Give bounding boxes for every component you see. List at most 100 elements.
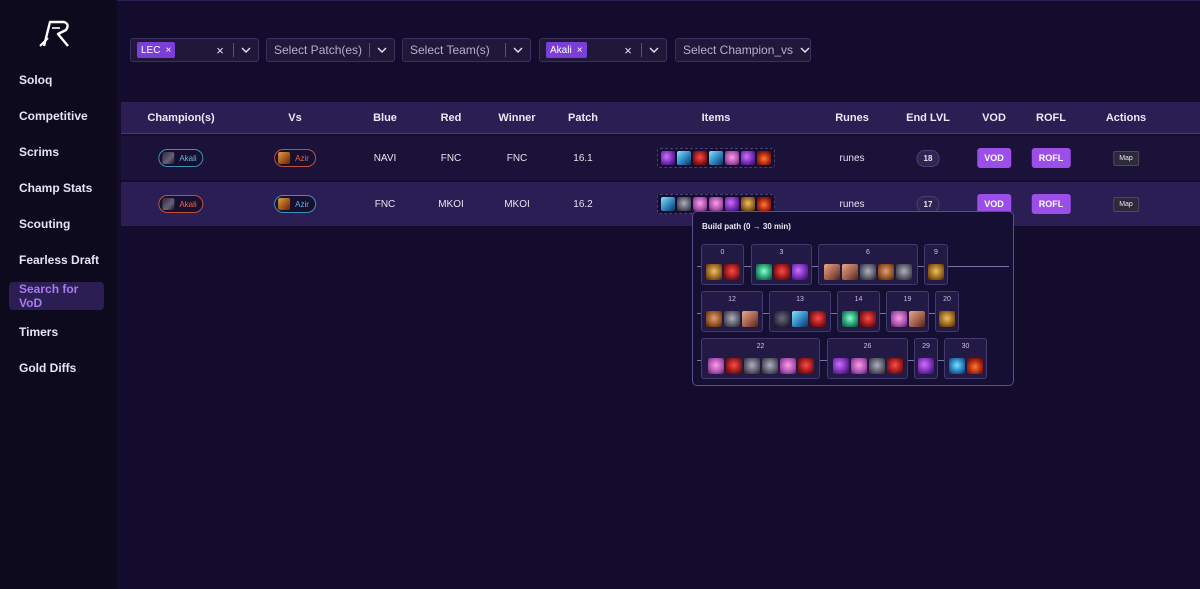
end-level-badge: 17 xyxy=(916,195,940,213)
akali-portrait xyxy=(162,152,175,164)
champion-chip: Akali × xyxy=(546,42,587,58)
remove-chip-icon[interactable]: × xyxy=(165,45,171,56)
header-red[interactable]: Red xyxy=(441,102,462,134)
header-blue[interactable]: Blue xyxy=(373,102,397,134)
vs-champion-pill[interactable]: Azir xyxy=(274,195,316,213)
sidebar-item-scrims[interactable]: Scrims xyxy=(9,138,104,166)
items-list[interactable] xyxy=(657,148,775,168)
rofl-button[interactable]: ROFL xyxy=(1031,194,1071,214)
blue-team-cell: NAVI xyxy=(373,152,397,164)
header-end-lvl[interactable]: End LVL xyxy=(906,102,950,134)
map-button[interactable]: Map xyxy=(1113,150,1139,166)
champion-pill[interactable]: Akali xyxy=(158,149,204,167)
item-icon xyxy=(860,264,876,280)
item-icon xyxy=(948,358,965,374)
champion-filter[interactable]: Akali × × xyxy=(539,38,667,62)
patch-filter[interactable]: Select Patch(es) xyxy=(266,38,395,62)
build-step-13: 13 xyxy=(769,291,831,332)
item-icon xyxy=(850,358,867,374)
patch-cell: 16.1 xyxy=(573,152,593,164)
item-icon xyxy=(757,197,771,211)
winner-cell: MKOI xyxy=(504,198,530,210)
chevron-down-icon[interactable] xyxy=(375,43,389,57)
azir-portrait xyxy=(278,152,291,164)
item-icon xyxy=(757,151,771,165)
build-step-29: 29 xyxy=(914,338,938,379)
header-rofl[interactable]: ROFL xyxy=(1036,102,1066,134)
chevron-down-icon[interactable] xyxy=(511,43,525,57)
sidebar-item-scouting[interactable]: Scouting xyxy=(9,210,104,238)
header-winner[interactable]: Winner xyxy=(498,102,535,134)
sidebar-item-search-for-vod[interactable]: Search for VoD xyxy=(9,282,104,310)
item-icon xyxy=(742,311,758,327)
vs-champion-pill[interactable]: Azir xyxy=(274,149,316,167)
blue-team-cell: FNC xyxy=(374,198,396,210)
item-icon xyxy=(725,358,742,374)
item-icon xyxy=(792,311,808,327)
item-icon xyxy=(859,311,876,327)
champion-pill[interactable]: Akali xyxy=(158,195,204,213)
header-patch[interactable]: Patch xyxy=(568,102,598,134)
header-vod[interactable]: VOD xyxy=(982,102,1006,134)
patch-cell: 16.2 xyxy=(573,198,593,210)
item-icon xyxy=(896,264,912,280)
vod-button[interactable]: VOD xyxy=(977,148,1011,168)
rofl-button[interactable]: ROFL xyxy=(1031,148,1071,168)
build-step-20: 20 xyxy=(935,291,959,332)
map-button[interactable]: Map xyxy=(1113,196,1139,212)
table-header: Champion(s) Vs Blue Red Winner Patch Ite… xyxy=(121,102,1200,134)
table-row[interactable]: Akali Azir FNC MKOI MKOI 16.2 runes 17 V… xyxy=(121,182,1200,226)
red-team-cell: MKOI xyxy=(438,198,464,210)
item-icon xyxy=(761,358,778,374)
league-filter[interactable]: LEC × × xyxy=(130,38,259,62)
table-row[interactable]: Akali Azir NAVI FNC FNC 16.1 runes 18 VO… xyxy=(121,136,1200,180)
main-content: LEC × × Select Patch(es) Select Team(s) … xyxy=(117,0,1200,589)
build-step-3: 3 xyxy=(751,244,812,285)
item-icon xyxy=(709,197,723,211)
r-logo-icon[interactable] xyxy=(38,16,74,50)
item-icon xyxy=(868,358,885,374)
header-champions[interactable]: Champion(s) xyxy=(147,102,214,134)
header-actions[interactable]: Actions xyxy=(1106,102,1146,134)
sidebar-item-soloq[interactable]: Soloq xyxy=(9,66,104,94)
build-step-6: 6 xyxy=(818,244,918,285)
build-step-12: 12 xyxy=(701,291,763,332)
build-step-22: 22 xyxy=(701,338,820,379)
item-icon xyxy=(723,264,740,280)
item-icon xyxy=(743,358,760,374)
sidebar-item-fearless-draft[interactable]: Fearless Draft xyxy=(9,246,104,274)
sidebar-item-champ-stats[interactable]: Champ Stats xyxy=(9,174,104,202)
chevron-down-icon[interactable] xyxy=(647,43,661,57)
item-icon xyxy=(693,197,707,211)
champion-vs-filter[interactable]: Select Champion_vs xyxy=(675,38,811,62)
header-runes[interactable]: Runes xyxy=(835,102,869,134)
header-items[interactable]: Items xyxy=(702,102,731,134)
patch-placeholder: Select Patch(es) xyxy=(274,43,363,57)
clear-icon[interactable]: × xyxy=(213,43,227,58)
item-icon xyxy=(918,358,934,374)
item-icon xyxy=(824,264,840,280)
divider xyxy=(369,43,370,57)
build-step-30: 30 xyxy=(944,338,987,379)
team-filter[interactable]: Select Team(s) xyxy=(402,38,531,62)
sidebar-item-timers[interactable]: Timers xyxy=(9,318,104,346)
item-icon xyxy=(797,358,814,374)
sidebar-item-gold-diffs[interactable]: Gold Diffs xyxy=(9,354,104,382)
chevron-down-icon[interactable] xyxy=(800,43,810,57)
remove-chip-icon[interactable]: × xyxy=(577,45,583,56)
runes-cell[interactable]: runes xyxy=(839,136,864,180)
item-icon xyxy=(966,358,983,374)
item-icon xyxy=(928,264,944,280)
item-icon xyxy=(725,197,739,211)
chevron-down-icon[interactable] xyxy=(239,43,253,57)
sidebar-item-competitive[interactable]: Competitive xyxy=(9,102,104,130)
item-icon xyxy=(810,311,826,327)
clear-icon[interactable]: × xyxy=(621,43,635,58)
league-chip: LEC × xyxy=(137,42,176,58)
item-icon xyxy=(832,358,849,374)
header-vs[interactable]: Vs xyxy=(288,102,301,134)
item-icon xyxy=(725,151,739,165)
item-icon xyxy=(707,358,724,374)
build-path-title: Build path (0 → 30 min) xyxy=(702,222,791,231)
build-path-tooltip: Build path (0 → 30 min) 0 3 6 9 12 13 14… xyxy=(692,211,1014,386)
